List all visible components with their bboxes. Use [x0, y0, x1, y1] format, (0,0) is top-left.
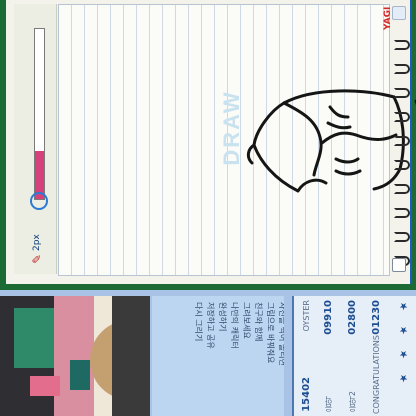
pencil-tool-label: 2px: [32, 234, 42, 251]
note-line: 저장하고 공유: [206, 302, 215, 349]
star-icon: ★: [398, 300, 409, 312]
score-panel: OYSTER 15402 09910 음악 02800 음악2 01230 CONGRA…: [292, 296, 416, 416]
app-logo: YAGI: [383, 6, 393, 30]
star-icon: ★: [398, 324, 409, 336]
note-line: 친구와 함께: [254, 302, 263, 342]
pencil-tool[interactable]: ✎ 2px: [22, 234, 52, 264]
star-icon: ★: [398, 372, 409, 384]
score-value: 09910: [322, 300, 334, 335]
undo-button[interactable]: [392, 6, 406, 20]
score-label: CONGRATULATIONS: [371, 334, 381, 414]
drawing-app-window: ✎ 2px DRAW YAGI: [0, 0, 416, 290]
note-line: 그려보세요: [242, 302, 251, 339]
pencil-icon: ✎: [30, 253, 44, 264]
brush-icon[interactable]: [30, 192, 48, 210]
brush-size-meter[interactable]: [34, 28, 45, 200]
note-line: 나만의 캐릭터: [230, 302, 239, 349]
note-line: 완성하기: [218, 302, 227, 332]
score-label: OYSTER: [301, 300, 311, 332]
tool-sidebar: ✎ 2px: [14, 4, 57, 274]
photo-preview[interactable]: [0, 296, 150, 416]
score-label: 음악2: [347, 390, 357, 412]
note-line: 다시 그리기: [194, 302, 203, 342]
value-column: 09910 음악: [320, 300, 336, 412]
drawing-canvas[interactable]: DRAW: [58, 4, 416, 276]
notes-list: 사진을 찍어 올리면 그림으로 바꿔줘요 친구와 함께 그려보세요 나만의 캐릭터 완성하…: [168, 302, 284, 416]
score-value: 02800: [346, 300, 358, 335]
value-column-2: 02800 음악2: [344, 300, 360, 412]
notes-panel: 사진을 찍어 올리면 그림으로 바꿔줘요 친구와 함께 그려보세요 나만의 캐릭터 완성하…: [152, 296, 284, 416]
score-value: 01230: [370, 300, 382, 335]
note-line: 사진을 찍어 올리면: [278, 302, 284, 366]
app-body: ✎ 2px DRAW YAGI: [6, 0, 416, 284]
star-icon: ★: [398, 348, 409, 360]
star-column: ★ ★ ★ ★: [396, 300, 412, 412]
note-line: 그림으로 바꿔줘요: [266, 302, 275, 364]
value-column-3: 01230 CONGRATULATIONS: [368, 300, 384, 414]
eraser-button[interactable]: [392, 258, 406, 272]
notebook-rings: [390, 40, 416, 270]
label-column: OYSTER 15402: [298, 300, 314, 412]
score-label: 음악: [323, 396, 333, 412]
score-value: 15402: [300, 377, 312, 412]
